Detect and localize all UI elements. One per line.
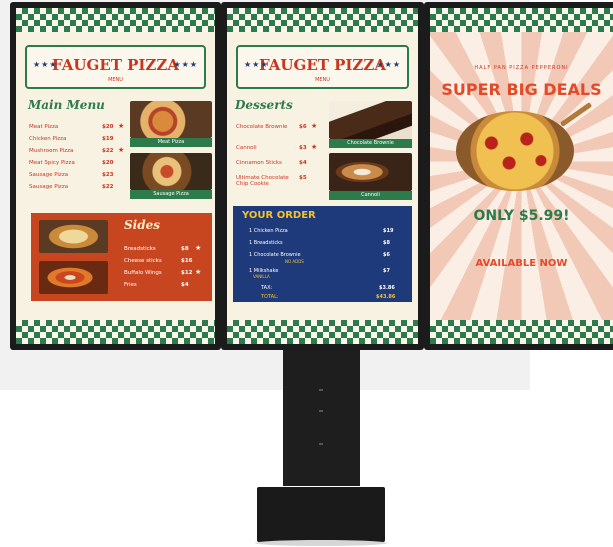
photo-caption: Chocolate Brownie (329, 139, 412, 148)
star-icon: ★ (311, 143, 318, 151)
dessert-item: Cinnamon Sticks (236, 160, 282, 166)
photo-caption: Sausage Pizza (130, 190, 212, 199)
sides-price: $12 (181, 270, 193, 276)
checker-border-top (430, 8, 613, 32)
checker-border-top (16, 8, 215, 32)
menu-item: Mushroom Pizza (29, 148, 74, 154)
kiosk-stand-pillar (283, 350, 360, 486)
stars-left-icon: ★★★ (244, 60, 269, 69)
photo-caption: Cannoli (329, 191, 412, 200)
total-value: $43.86 (376, 294, 396, 300)
order-item: 1 Breadsticks (249, 240, 283, 246)
sides-price: $8 (181, 246, 189, 252)
checker-border-bottom (16, 320, 215, 344)
vent-slot (319, 443, 323, 445)
restaurant-name: FAUGET PIZZA (259, 56, 386, 74)
dessert-price: $4 (299, 160, 307, 166)
total-label: TOTAL: (261, 294, 279, 300)
order-note: VANILLA (253, 274, 270, 279)
tax-value: $3.86 (379, 285, 395, 291)
restaurant-name: FAUGET PIZZA (52, 56, 179, 74)
dessert-item: Chocolate Brownie (236, 124, 288, 130)
order-item: 1 Chocolate Brownie (249, 252, 301, 258)
dessert-price: $5 (299, 175, 307, 181)
sides-price: $16 (181, 258, 193, 264)
menu-header: ★★★ FAUGET PIZZA ★★★ MENU (236, 45, 409, 89)
vent-slot (319, 389, 323, 391)
cannoli-photo (329, 153, 412, 191)
sides-title: Sides (124, 218, 161, 232)
star-icon: ★ (311, 122, 318, 130)
dessert-price: $6 (299, 124, 307, 130)
stars-left-icon: ★★★ (33, 60, 58, 69)
breadsticks-photo (39, 220, 108, 253)
left-screen: ★★★ FAUGET PIZZA ★★★ MENU Main Menu Meat… (16, 8, 215, 344)
checker-border-bottom (430, 320, 613, 344)
menu-item: Sausage Pizza (29, 172, 69, 178)
promo-availability: AVAILABLE NOW (475, 258, 568, 269)
middle-display: ★★★ FAUGET PIZZA ★★★ MENU Desserts Choco… (221, 2, 424, 350)
order-price: $8 (383, 240, 390, 246)
order-price: $19 (383, 228, 394, 234)
left-display: ★★★ FAUGET PIZZA ★★★ MENU Main Menu Meat… (10, 2, 221, 350)
sides-item: Cheese sticks (124, 258, 162, 264)
checker-border-top (227, 8, 418, 32)
kiosk-base (257, 487, 385, 542)
star-icon: ★ (195, 268, 202, 276)
meat-pizza-photo (130, 101, 212, 138)
pizza-image (456, 111, 574, 191)
stars-right-icon: ★★★ (376, 60, 401, 69)
menu-item: Meat Spicy Pizza (29, 160, 75, 166)
checker-border-bottom (227, 320, 418, 344)
photo-caption: Meat Pizza (130, 138, 212, 147)
dessert-item: Ultimate Chocolate Chip Cookie (236, 175, 289, 187)
sides-item: Breadsticks (124, 246, 156, 252)
right-display: HALF PAN PIZZA PEPPERONI SUPER BIG DEALS… (424, 2, 613, 350)
order-item: 1 Chicken Pizza (249, 228, 288, 234)
menu-subtitle: MENU (315, 77, 330, 83)
sides-item: Buffalo Wings (124, 270, 162, 276)
promo-headline: SUPER BIG DEALS (441, 80, 602, 99)
order-note: NO ADDS (285, 259, 304, 264)
menu-item: Meat Pizza (29, 124, 59, 130)
brownie-photo (329, 101, 412, 139)
sides-item: Fries (124, 282, 137, 288)
tax-label: TAX: (261, 285, 273, 291)
order-title: YOUR ORDER (242, 210, 316, 221)
order-summary-box: YOUR ORDER 1 Chicken Pizza $19 1 Breadst… (233, 206, 412, 302)
promo-tagline: HALF PAN PIZZA PEPPERONI (474, 65, 569, 71)
order-price: $7 (383, 268, 390, 274)
star-icon: ★ (118, 146, 125, 154)
middle-screen: ★★★ FAUGET PIZZA ★★★ MENU Desserts Choco… (227, 8, 418, 344)
desserts-title: Desserts (235, 98, 293, 112)
floor-shadow (255, 540, 387, 546)
star-icon: ★ (195, 244, 202, 252)
sides-price: $4 (181, 282, 189, 288)
menu-price: $19 (102, 136, 114, 142)
dessert-item: Cannoli (236, 145, 257, 151)
sausage-pizza-photo (130, 153, 212, 190)
order-price: $6 (383, 252, 390, 258)
vent-slot (319, 410, 323, 412)
menu-item: Chicken Pizza (29, 136, 67, 142)
promo-price: ONLY $5.99! (473, 208, 570, 224)
menu-price: $20 (102, 124, 114, 130)
dessert-price: $3 (299, 145, 307, 151)
menu-price: $22 (102, 148, 114, 154)
stars-right-icon: ★★★ (173, 60, 198, 69)
menu-subtitle: MENU (108, 77, 123, 83)
main-menu-title: Main Menu (28, 98, 105, 112)
menu-price: $23 (102, 172, 114, 178)
menu-header: ★★★ FAUGET PIZZA ★★★ MENU (25, 45, 206, 89)
star-icon: ★ (118, 122, 125, 130)
wings-photo (39, 261, 108, 294)
menu-price: $20 (102, 160, 114, 166)
menu-price: $22 (102, 184, 114, 190)
menu-item: Sausage Pizza (29, 184, 69, 190)
right-screen: HALF PAN PIZZA PEPPERONI SUPER BIG DEALS… (430, 8, 613, 344)
sides-box: Sides Breadsticks $8 ★ Cheese sticks $16… (31, 213, 212, 301)
